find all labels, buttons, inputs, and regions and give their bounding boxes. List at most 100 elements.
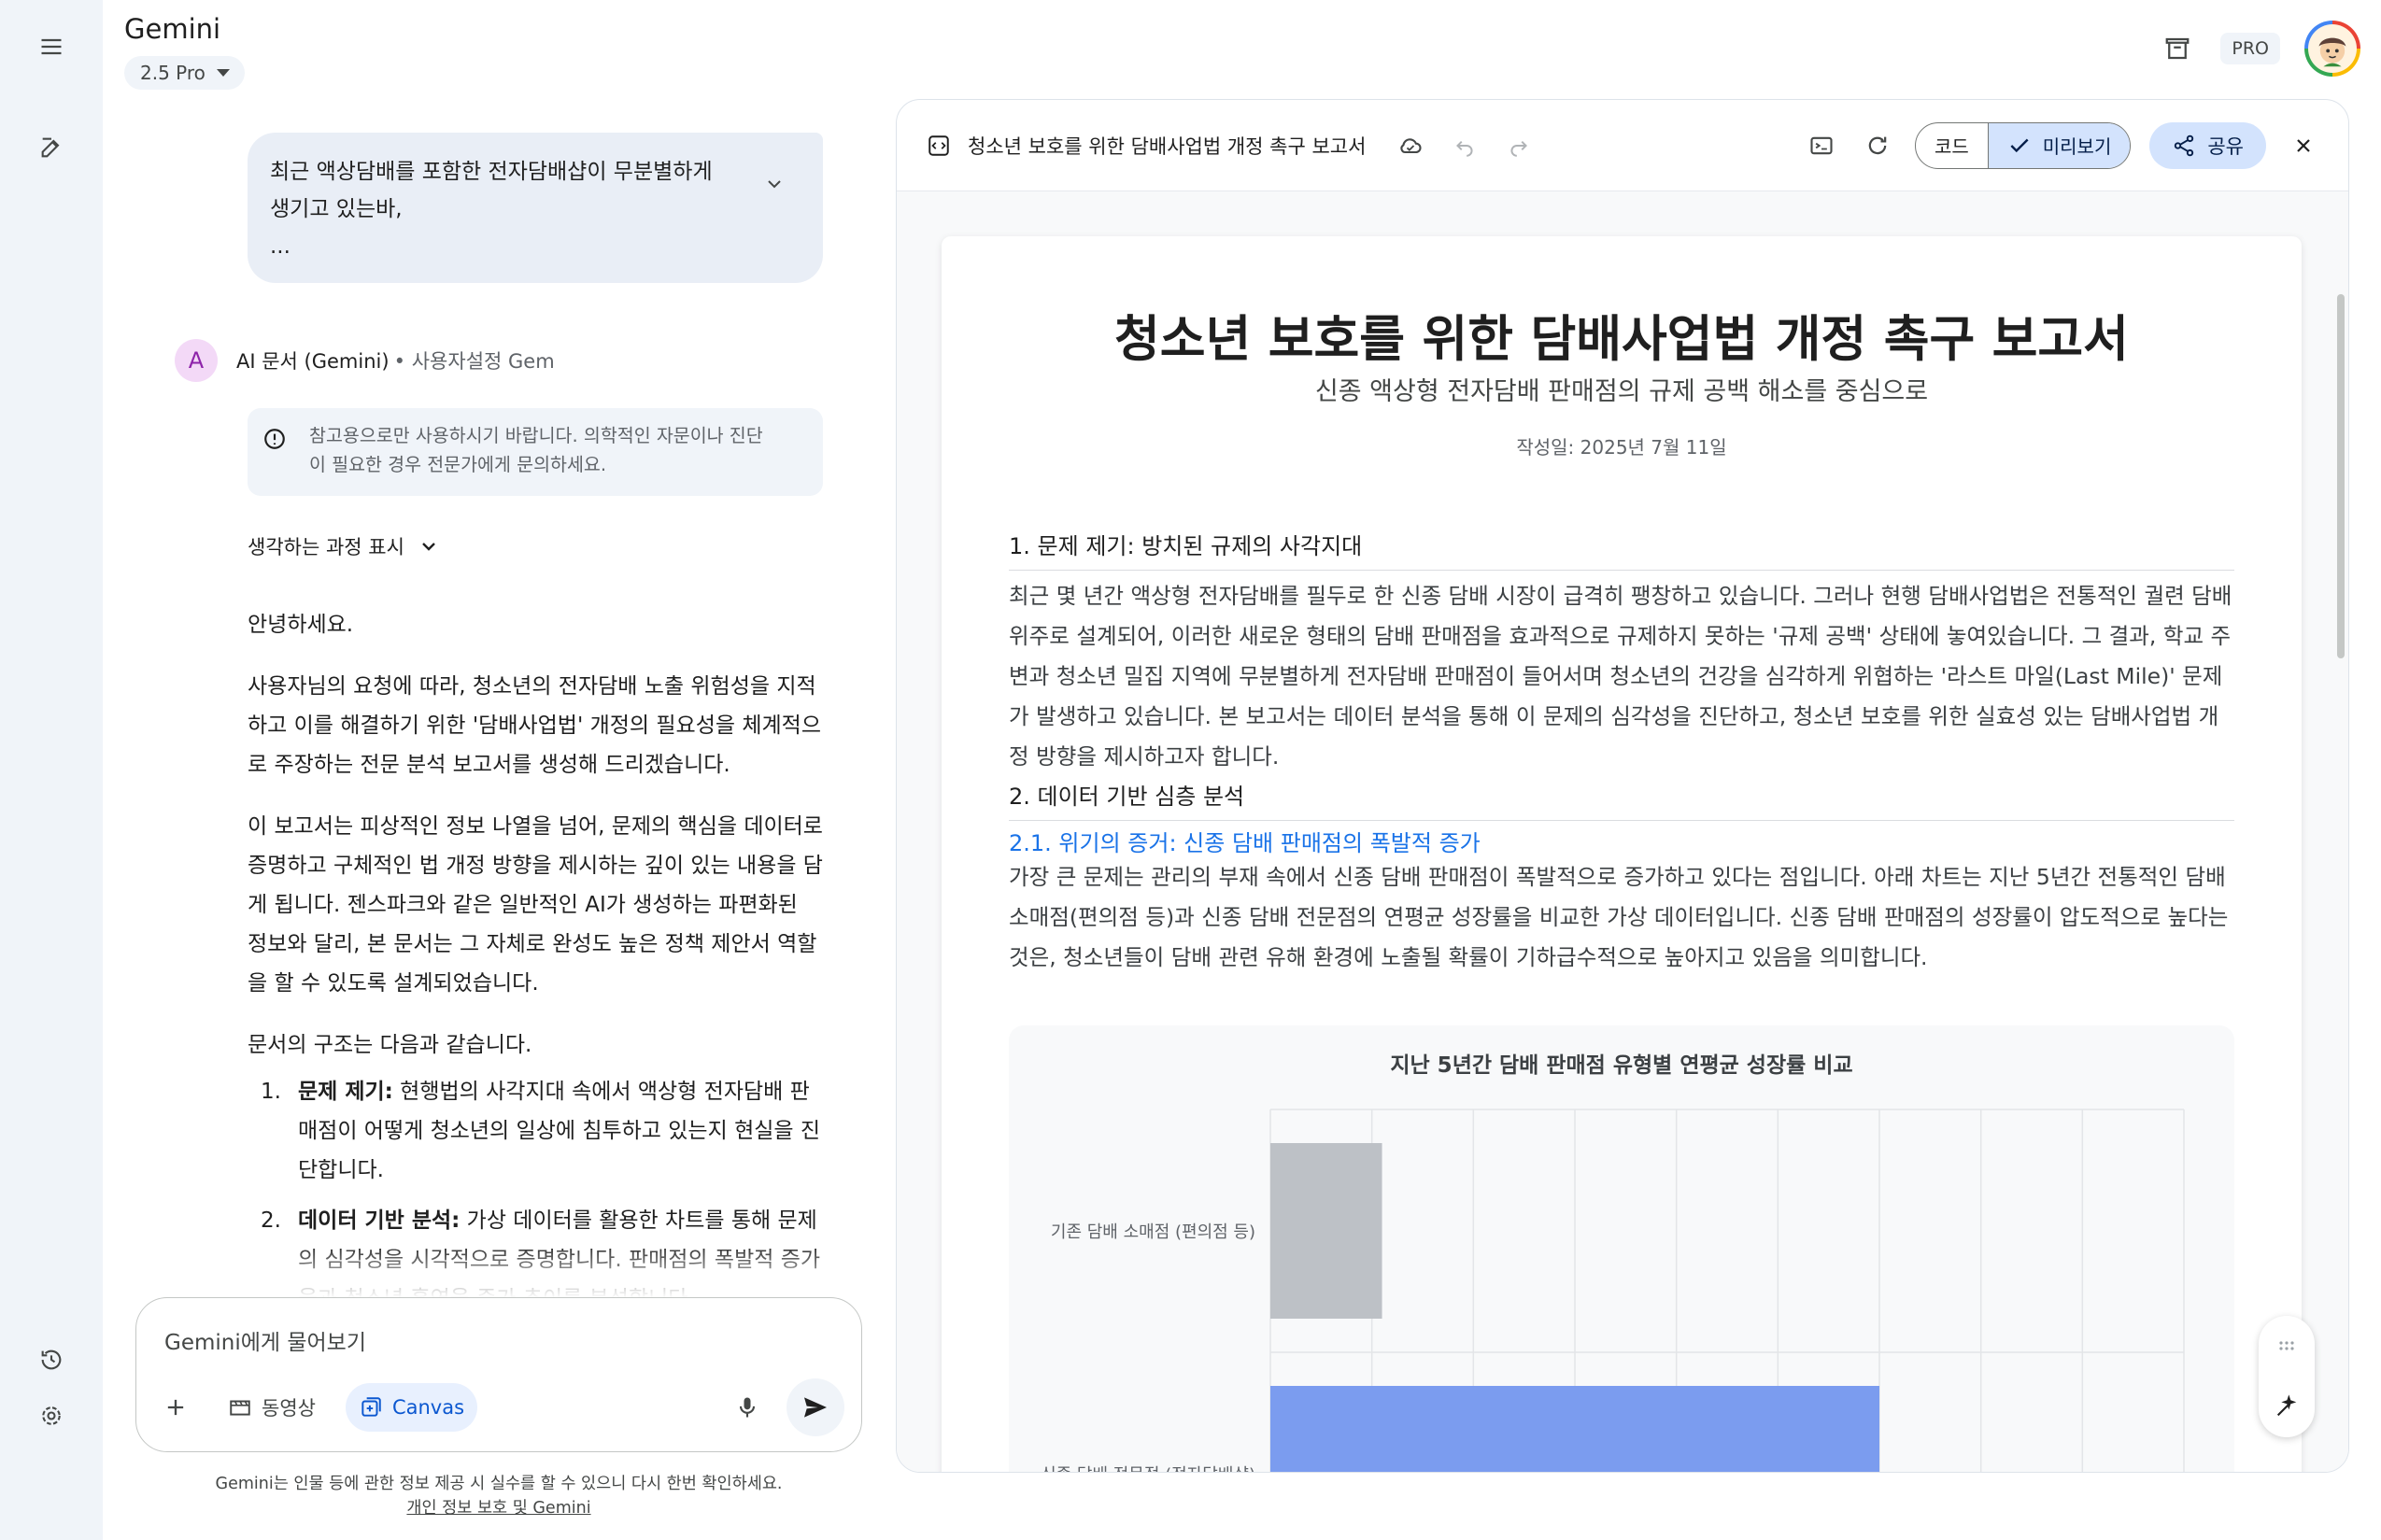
preview-label: 미리보기	[2042, 135, 2112, 158]
canvas-actions: 코드 미리보기 공유	[1803, 121, 2322, 169]
avatar-image	[2308, 24, 2357, 73]
model-selector[interactable]: 2.5 Pro	[124, 56, 245, 90]
list-item-title: 문제 제기:	[298, 1080, 393, 1104]
section-body: 가장 큰 문제는 관리의 부재 속에서 신종 담배 판매점이 폭발적으로 증가하…	[1009, 864, 2229, 970]
canvas-header: 청소년 보호를 위한 담배사업법 개정 촉구 보고서 코드 미리보기 공유	[897, 100, 2348, 191]
response-paragraph: 안녕하세요.	[248, 613, 354, 637]
floating-tools	[2259, 1316, 2315, 1437]
chat-column: 최근 액상담배를 포함한 전자담배샵이 무분별하게 생기고 있는바, ... A…	[103, 103, 892, 1298]
response-paragraph: 문서의 구조는 다음과 같습니다.	[248, 1033, 532, 1057]
user-message-line: ...	[270, 234, 291, 259]
report-page: 청소년 보호를 위한 담배사업법 개정 촉구 보고서 신종 액상형 전자담배 판…	[942, 236, 2302, 1473]
canvas-button[interactable]: Canvas	[345, 1383, 478, 1432]
report-title: 청소년 보호를 위한 담배사업법 개정 촉구 보고서	[1114, 311, 2129, 368]
menu-icon[interactable]	[29, 24, 74, 69]
scrollbar[interactable]	[2337, 294, 2345, 658]
canvas-title: 청소년 보호를 위한 담배사업법 개정 촉구 보고서	[968, 134, 1367, 158]
add-icon[interactable]	[153, 1385, 198, 1430]
caret-down-icon	[216, 69, 230, 77]
report-subtitle: 신종 액상형 전자담배 판매점의 규제 공백 해소를 중심으로	[1314, 377, 1929, 406]
canvas-edit-tools	[1392, 127, 1538, 164]
close-icon[interactable]	[2285, 127, 2322, 164]
video-label: 동영상	[262, 1397, 316, 1420]
show-thinking-toggle[interactable]: 생각하는 과정 표시	[248, 532, 440, 560]
disclaimer-line: 참고용으로만 사용하시기 바랍니다. 의학적인 자문이나 진단	[309, 425, 763, 446]
console-icon[interactable]	[1803, 127, 1840, 164]
preview-tab[interactable]: 미리보기	[1987, 122, 2131, 168]
redo-icon[interactable]	[1500, 127, 1538, 164]
canvas-label: Canvas	[391, 1396, 465, 1419]
document-icon	[923, 130, 955, 162]
side-rail	[0, 0, 103, 1540]
user-message-line: 생기고 있는바,	[270, 197, 403, 221]
section-2: 2. 데이터 기반 심층 분석	[1009, 778, 2234, 821]
ai-subtitle: • 사용자설정 Gem	[393, 350, 555, 373]
user-message-line: 최근 액상담배를 포함한 전자담배샵이 무분별하게	[270, 160, 713, 184]
video-button[interactable]: 동영상	[215, 1383, 329, 1432]
microphone-icon[interactable]	[725, 1385, 770, 1430]
share-label: 공유	[2207, 134, 2244, 158]
pro-badge: PRO	[2220, 33, 2280, 64]
section-body: 최근 몇 년간 액상형 전자담배를 필두로 한 신종 담배 시장이 급격히 팽창…	[1009, 583, 2232, 770]
list-number: 2.	[261, 1208, 281, 1233]
chevron-down-icon	[422, 543, 435, 551]
gem-avatar: A	[175, 339, 218, 382]
drag-handle-icon[interactable]	[2275, 1335, 2298, 1357]
preview-area: 청소년 보호를 위한 담배사업법 개정 촉구 보고서 신종 액상형 전자담배 판…	[897, 191, 2348, 1473]
section-2-1: 2.1. 위기의 증거: 신종 담배 판매점의 폭발적 증가 가장 큰 문제는 …	[1009, 825, 2234, 978]
footer-text: Gemini는 인물 등에 관한 정보 제공 시 실수를 할 수 있으니 다시 …	[215, 1475, 783, 1493]
share-icon	[2175, 134, 2194, 156]
ai-name: AI 문서 (Gemini)	[236, 350, 390, 373]
response-paragraph: 이 보고서는 피상적인 정보 나열을 넘어, 문제의 핵심을 데이터로 증명하고…	[248, 814, 823, 996]
refresh-icon[interactable]	[1859, 127, 1896, 164]
section-1: 1. 문제 제기: 방치된 규제의 사각지대 최근 몇 년간 액상형 전자담배를…	[1009, 528, 2234, 777]
view-toggle: 코드 미리보기	[1914, 121, 2132, 169]
code-tab[interactable]: 코드	[1916, 123, 1988, 168]
account-avatar[interactable]	[2304, 21, 2360, 77]
chart-svg: 지난 5년간 담배 판매점 유형별 연평균 성장률 비교기존 담배 소매점 (편…	[1041, 1053, 2185, 1473]
model-label: 2.5 Pro	[140, 62, 206, 84]
scroll-fade	[103, 1242, 892, 1298]
list-item-title: 데이터 기반 분석:	[298, 1208, 461, 1233]
send-icon	[804, 1397, 827, 1418]
cloud-save-icon[interactable]	[1392, 127, 1429, 164]
category-label: 신종 담배 전문점 (전자담배샵)	[1041, 1465, 1255, 1473]
ai-response: 안녕하세요. 사용자님의 요청에 따라, 청소년의 전자담배 노출 위험성을 지…	[248, 605, 823, 1298]
settings-icon[interactable]	[29, 1393, 74, 1438]
canvas-panel: 청소년 보호를 위한 담배사업법 개정 촉구 보고서 코드 미리보기 공유 청소…	[896, 99, 2349, 1473]
share-button[interactable]: 공유	[2149, 121, 2266, 169]
chevron-down-icon[interactable]	[763, 170, 786, 207]
user-message[interactable]: 최근 액상담배를 포함한 전자담배샵이 무분별하게 생기고 있는바, ...	[248, 133, 823, 283]
video-icon	[230, 1400, 250, 1416]
info-icon	[262, 427, 287, 459]
section-heading: 2. 데이터 기반 심층 분석	[1009, 778, 2234, 821]
history-icon[interactable]	[29, 1337, 74, 1382]
thinking-label: 생각하는 과정 표시	[248, 536, 404, 558]
category-label: 기존 담배 소매점 (편의점 등)	[1051, 1222, 1255, 1242]
top-right-controls: PRO	[2159, 21, 2360, 77]
chart-bar	[1270, 1143, 1382, 1319]
sparkle-edit-icon[interactable]	[2274, 1393, 2300, 1420]
send-button[interactable]	[787, 1378, 844, 1436]
ai-header: A AI 문서 (Gemini) • 사용자설정 Gem	[175, 339, 555, 382]
subsection-heading: 2.1. 위기의 증거: 신종 담배 판매점의 폭발적 증가	[1009, 830, 1481, 856]
prompt-input[interactable]: Gemini에게 물어보기	[164, 1324, 366, 1356]
check-icon	[2010, 138, 2029, 152]
report-date: 작성일: 2025년 7월 11일	[1516, 436, 1727, 459]
archive-icon[interactable]	[2159, 30, 2196, 67]
privacy-link[interactable]: 개인 정보 보호 및 Gemini	[135, 1496, 862, 1520]
disclaimer-line: 이 필요한 경우 전문가에게 문의하세요.	[309, 454, 607, 475]
canvas-icon	[361, 1397, 381, 1417]
new-chat-icon[interactable]	[29, 125, 74, 170]
footer-disclaimer: Gemini는 인물 등에 관한 정보 제공 시 실수를 할 수 있으니 다시 …	[135, 1472, 862, 1520]
list-number: 1.	[261, 1080, 281, 1104]
undo-icon[interactable]	[1446, 127, 1483, 164]
response-paragraph: 사용자님의 요청에 따라, 청소년의 전자담배 노출 위험성을 지적하고 이를 …	[248, 674, 821, 777]
prompt-toolbar: 동영상 Canvas	[153, 1378, 844, 1436]
section-heading: 1. 문제 제기: 방치된 규제의 사각지대	[1009, 528, 2234, 571]
app-title: Gemini	[124, 13, 221, 45]
growth-chart: 지난 5년간 담배 판매점 유형별 연평균 성장률 비교기존 담배 소매점 (편…	[1009, 1025, 2234, 1473]
list-item: 1. 문제 제기: 현행법의 사각지대 속에서 액상형 전자담배 판매점이 어떻…	[248, 1072, 823, 1190]
prompt-box[interactable]: Gemini에게 물어보기 동영상 Canvas	[135, 1297, 862, 1452]
chart-title: 지난 5년간 담배 판매점 유형별 연평균 성장률 비교	[1390, 1053, 1852, 1078]
